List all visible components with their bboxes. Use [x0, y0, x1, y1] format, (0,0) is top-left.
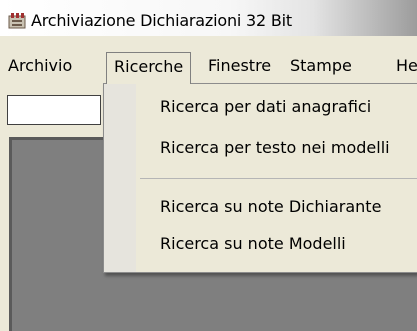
menu-archivio[interactable]: Archivio	[8, 52, 72, 80]
menu-item-ricerca-note-modelli[interactable]: Ricerca su note Modelli	[160, 234, 346, 253]
menu-icon-strip	[104, 84, 136, 272]
app-icon	[8, 13, 26, 29]
menu-bar: Archivio Ricerche Finestre Stampe He	[0, 48, 417, 84]
title-bar[interactable]: Archiviazione Dichiarazioni 32 Bit	[0, 0, 417, 36]
window-title: Archiviazione Dichiarazioni 32 Bit	[31, 11, 292, 30]
menu-item-ricerca-note-dichiarante[interactable]: Ricerca su note Dichiarante	[160, 197, 381, 216]
menu-item-ricerca-testo-modelli[interactable]: Ricerca per testo nei modelli	[160, 138, 390, 157]
menu-ricerche[interactable]: Ricerche	[106, 52, 192, 84]
menu-stampe[interactable]: Stampe	[290, 52, 352, 80]
menu-finestre[interactable]: Finestre	[208, 52, 271, 80]
menu-separator	[140, 178, 417, 179]
toolbar-input[interactable]	[7, 95, 101, 125]
menu-item-ricerca-dati-anagrafici[interactable]: Ricerca per dati anagrafici	[160, 97, 371, 116]
ricerche-dropdown-menu: Ricerca per dati anagrafici Ricerca per …	[103, 83, 417, 273]
menu-help[interactable]: He	[396, 52, 417, 80]
